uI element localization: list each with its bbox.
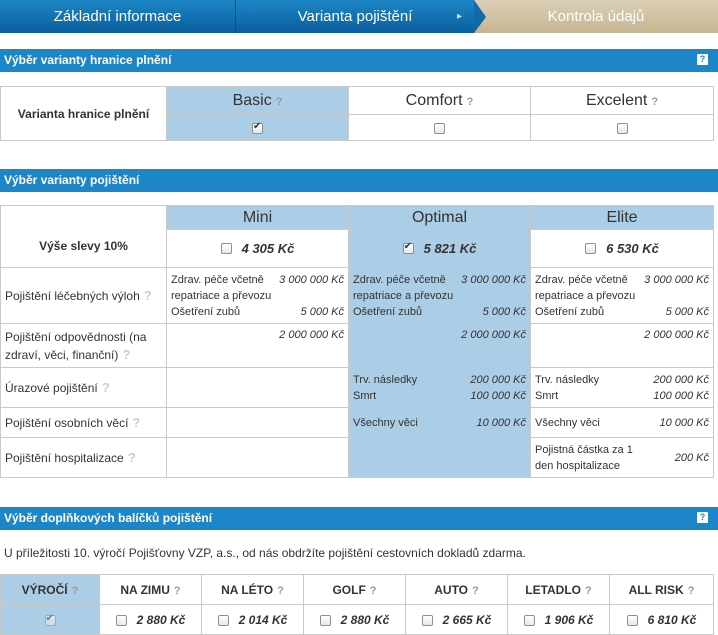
question-mark-icon[interactable]: ? [174,585,181,597]
question-mark-icon[interactable]: ? [276,96,283,108]
package-na-leto-checkbox[interactable] [217,614,229,626]
question-mark-icon[interactable]: ? [688,585,695,597]
variant-optimal-header: Optimal [348,205,531,230]
question-mark-icon[interactable]: ? [370,585,377,597]
question-mark-icon[interactable]: ? [122,347,130,362]
question-mark-icon[interactable]: ? [102,380,110,395]
section-addon-packages-header: Výběr doplňkových balíčků pojištění ? [0,507,718,530]
question-mark-icon[interactable]: ? [585,585,592,597]
addon-packages-table: VÝROČÍ? NA ZIMU? NA LÉTO? GOLF? AUTO? LE… [0,574,714,635]
package-golf-checkbox[interactable] [319,614,331,626]
package-vyroci-header: VÝROČÍ? [0,574,100,605]
variant-optimal-checkbox[interactable] [402,241,414,255]
question-mark-icon[interactable]: ? [277,585,284,597]
table-row: Pojištění léčebných výloh? Zdrav. péče v… [0,267,714,324]
table-row: Úrazové pojištění? Trv. následky 200 000 … [0,367,714,408]
variant-elite-header: Elite [530,205,714,230]
package-na-zimu-checkbox[interactable] [115,614,127,626]
limit-comfort-header: Comfort? [348,86,531,115]
limit-variant-label: Varianta hranice plnění [0,86,167,141]
insurance-variant-table: Výše slevy 10% Mini Optimal Elite 4 305 … [0,205,714,478]
chevron-right-icon: ▸ [456,11,462,22]
limit-basic-header: Basic? [166,86,349,115]
limit-variant-table: Varianta hranice plnění Basic? Comfort? … [0,86,714,141]
question-mark-icon[interactable]: ? [72,585,79,597]
limit-excelent-header: Excelent? [530,86,714,115]
question-mark-icon[interactable]: ? [651,96,658,108]
section-limit-variant-header: Výběr varianty hranice plnění ? [0,49,718,72]
section-insurance-variant-header: Výběr varianty pojištění [0,169,718,192]
package-all-risk-checkbox[interactable] [626,614,638,626]
help-box-icon[interactable]: ? [697,512,708,523]
package-vyroci-checkbox[interactable] [44,613,56,626]
package-letadlo-header: LETADLO? [507,574,610,605]
package-letadlo-checkbox[interactable] [523,614,535,626]
package-na-zimu-header: NA ZIMU? [99,574,202,605]
limit-comfort-checkbox[interactable] [434,122,445,134]
question-mark-icon[interactable]: ? [472,585,479,597]
question-mark-icon[interactable]: ? [467,96,474,108]
package-auto-checkbox[interactable] [421,614,433,626]
limit-excelent-checkbox[interactable] [616,122,628,134]
table-row: Pojištění hospitalizace? Pojistná částka… [0,437,714,478]
variant-mini-checkbox[interactable] [220,243,232,255]
variant-elite-price: 6 530 Kč [606,241,659,257]
package-golf-header: GOLF? [303,574,406,605]
table-row: Pojištění odpovědnosti (na zdraví, věci,… [0,323,714,368]
table-row: Pojištění osobních věcí? Všechny věci 10 … [0,407,714,438]
variant-optimal-price: 5 821 Kč [423,241,477,257]
package-auto-header: AUTO? [405,574,508,605]
package-na-leto-header: NA LÉTO? [201,574,304,605]
question-mark-icon[interactable]: ? [132,415,140,430]
variant-mini-header: Mini [166,205,349,230]
anniversary-note: U příležitosti 10. výročí Pojišťovny VZP… [4,546,526,560]
question-mark-icon[interactable]: ? [128,450,136,465]
step-basic-info[interactable]: Základní informace [0,0,236,33]
wizard-steps: Základní informace Varianta pojištění ▸ K… [0,0,718,33]
step-review[interactable]: Kontrola údajů [474,0,718,33]
limit-basic-checkbox[interactable] [252,121,263,134]
step-insurance-variant[interactable]: Varianta pojištění ▸ [236,0,486,33]
discount-label: Výše slevy 10% [0,205,167,268]
variant-elite-checkbox[interactable] [585,243,597,255]
help-box-icon[interactable]: ? [697,54,708,65]
question-mark-icon[interactable]: ? [144,288,152,303]
variant-mini-price: 4 305 Kč [241,241,295,257]
package-all-risk-header: ALL RISK? [609,574,714,605]
